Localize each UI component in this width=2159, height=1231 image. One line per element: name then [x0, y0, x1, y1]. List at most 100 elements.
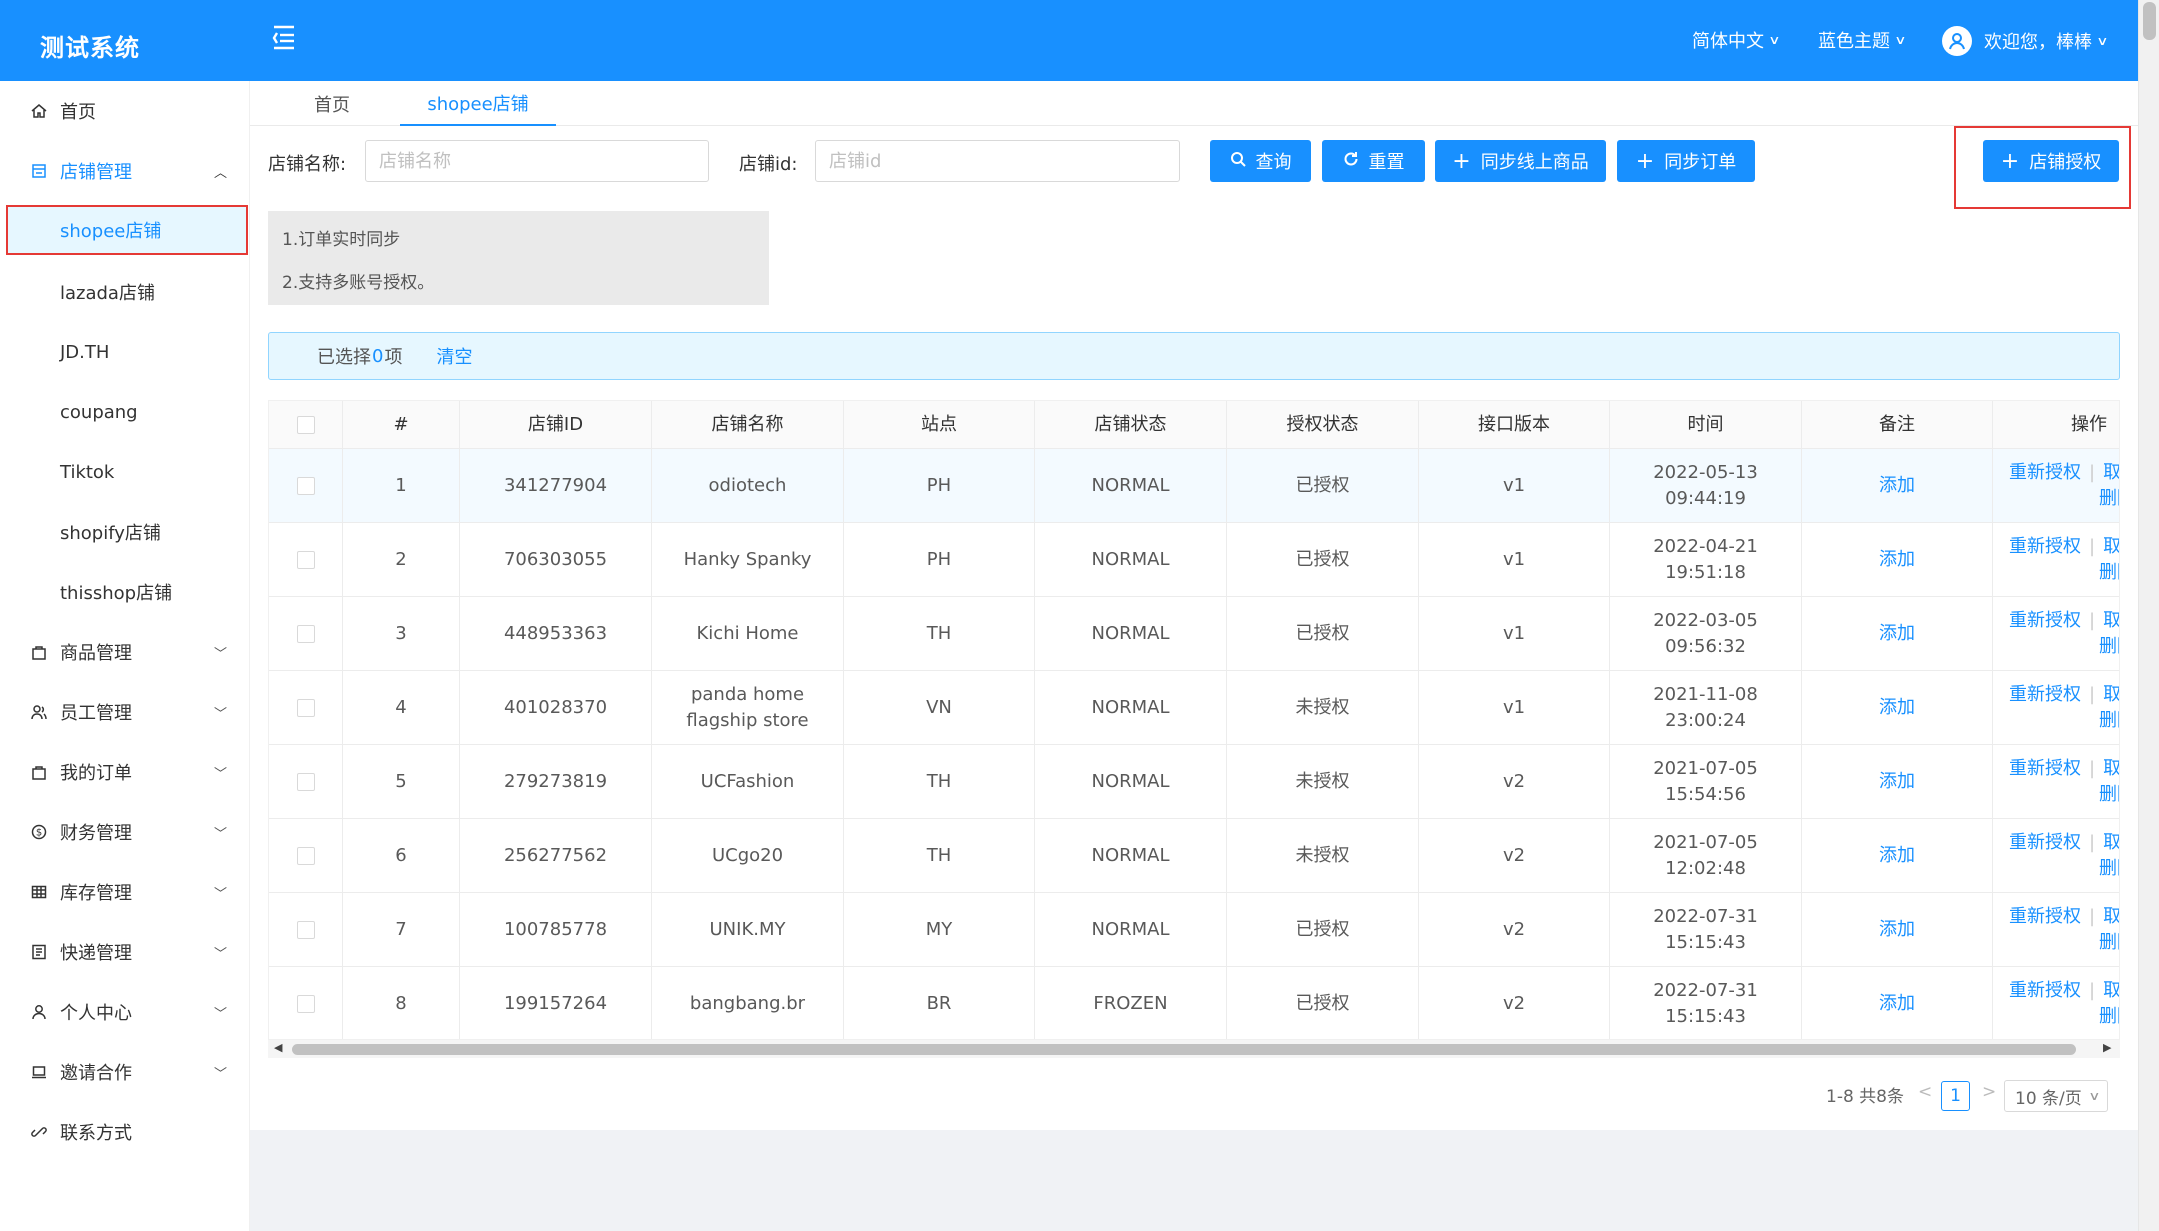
sidebar-item-staff[interactable]: 员工管理 ﹀	[0, 686, 250, 738]
reauthorize-link[interactable]: 重新授权	[2009, 756, 2081, 782]
cell-text: 2021-07-05 15:54:56	[1653, 757, 1758, 805]
clear-selection-link[interactable]: 清空	[436, 343, 472, 369]
cell-text: v1	[1502, 622, 1526, 644]
scroll-left-icon[interactable]: ◀	[274, 1041, 282, 1054]
row-checkbox[interactable]	[296, 920, 315, 939]
page-1-button[interactable]: 1	[1941, 1081, 1970, 1111]
row-checkbox[interactable]	[296, 994, 315, 1013]
selection-bar: 已选择 0 项 清空	[268, 332, 2120, 380]
delete-link[interactable]: 删除	[2099, 562, 2119, 583]
reauthorize-link[interactable]: 重新授权	[2009, 978, 2081, 1004]
chevron-down-icon: ﹀	[214, 826, 228, 842]
table-row: 7 100785778 UNIK.MY MY NORMAL 已授权 v2 2022-07-31…	[269, 893, 2119, 967]
scroll-right-icon[interactable]: ▶	[2103, 1041, 2111, 1054]
row-checkbox[interactable]	[296, 772, 315, 791]
row-actions-line: 删除	[2009, 708, 2119, 734]
store-id-input[interactable]	[815, 140, 1180, 182]
tab-home[interactable]: 首页	[290, 81, 374, 126]
sidebar-item-lazada[interactable]: lazada店铺	[0, 266, 250, 318]
reauthorize-link[interactable]: 重新授权	[2009, 460, 2081, 486]
language-dropdown[interactable]: 简体中文 ∨	[1692, 27, 1781, 53]
page-scrollbar[interactable]	[2138, 0, 2159, 1231]
sidebar-item-express[interactable]: 快递管理 ﹀	[0, 926, 250, 978]
cell-text: v1	[1502, 474, 1526, 496]
add-note-link[interactable]: 添加	[1879, 917, 1915, 943]
cancel-authorization-link[interactable]: 取消授权	[2103, 830, 2119, 856]
sidebar-item-jdth[interactable]: JD.TH	[0, 326, 250, 378]
row-actions-line: 重新授权 | 取消授权	[2009, 830, 2119, 856]
sidebar-item-store-mgmt[interactable]: 店铺管理 ︿	[0, 145, 250, 197]
sidebar-item-contact[interactable]: 联系方式	[0, 1106, 250, 1158]
query-button[interactable]: 查询	[1210, 140, 1311, 182]
reset-button[interactable]: 重置	[1322, 140, 1425, 182]
cell-idx: 7	[343, 893, 460, 966]
sidebar-item-finance[interactable]: $ 财务管理 ﹀	[0, 806, 250, 858]
cancel-authorization-link[interactable]: 取消授权	[2103, 756, 2119, 782]
horizontal-scrollbar[interactable]: ◀ ▶	[268, 1040, 2120, 1058]
reauthorize-link[interactable]: 重新授权	[2009, 904, 2081, 930]
sidebar-item-tiktok[interactable]: Tiktok	[0, 446, 250, 498]
delete-link[interactable]: 删除	[2099, 932, 2119, 953]
reauthorize-link[interactable]: 重新授权	[2009, 608, 2081, 634]
sync-orders-label: 同步订单	[1664, 152, 1737, 173]
user-dropdown[interactable]: 欢迎您，棒棒 ∨	[1942, 26, 2109, 56]
cell-idx: 1	[343, 449, 460, 522]
prev-page-icon[interactable]: <	[1918, 1082, 1932, 1102]
sidebar-item-inventory[interactable]: 库存管理 ﹀	[0, 866, 250, 918]
tab-shopee[interactable]: shopee店铺	[400, 81, 556, 126]
add-note-link[interactable]: 添加	[1879, 991, 1915, 1017]
cancel-authorization-link[interactable]: 取消授权	[2103, 534, 2119, 560]
cell-text: NORMAL	[1091, 770, 1170, 792]
delete-link[interactable]: 删除	[2099, 858, 2119, 879]
cancel-authorization-link[interactable]: 取消授权	[2103, 978, 2119, 1004]
row-checkbox[interactable]	[296, 846, 315, 865]
chevron-down-icon: ﹀	[214, 766, 228, 782]
add-note-link[interactable]: 添加	[1879, 547, 1915, 573]
store-name-input[interactable]	[365, 140, 709, 182]
scrollbar-thumb[interactable]	[292, 1044, 2076, 1055]
menu-fold-icon[interactable]	[272, 24, 302, 50]
row-checkbox[interactable]	[296, 550, 315, 569]
row-checkbox[interactable]	[296, 476, 315, 495]
next-page-icon[interactable]: >	[1982, 1082, 1996, 1102]
delete-link[interactable]: 删除	[2099, 488, 2119, 509]
cancel-authorization-link[interactable]: 取消授权	[2103, 460, 2119, 486]
cell-note: 添加	[1802, 819, 1993, 892]
row-checkbox[interactable]	[296, 624, 315, 643]
add-note-link[interactable]: 添加	[1879, 473, 1915, 499]
add-note-link[interactable]: 添加	[1879, 843, 1915, 869]
cancel-authorization-link[interactable]: 取消授权	[2103, 608, 2119, 634]
delete-link[interactable]: 删除	[2099, 636, 2119, 657]
sidebar-item-products[interactable]: 商品管理 ﹀	[0, 626, 250, 678]
theme-dropdown[interactable]: 蓝色主题 ∨	[1818, 27, 1907, 53]
reauthorize-link[interactable]: 重新授权	[2009, 682, 2081, 708]
sidebar-item-shopify[interactable]: shopify店铺	[0, 506, 250, 558]
delete-link[interactable]: 删除	[2099, 784, 2119, 805]
cancel-authorization-link[interactable]: 取消授权	[2103, 904, 2119, 930]
sidebar-item-invite[interactable]: 邀请合作 ﹀	[0, 1046, 250, 1098]
select-all-checkbox[interactable]	[296, 415, 315, 434]
sidebar-item-home[interactable]: 首页	[0, 85, 250, 137]
add-note-link[interactable]: 添加	[1879, 695, 1915, 721]
sidebar-item-coupang[interactable]: coupang	[0, 386, 250, 438]
column-header: 站点	[844, 401, 1035, 448]
sidebar-item-personal[interactable]: 个人中心 ﹀	[0, 986, 250, 1038]
add-note-link[interactable]: 添加	[1879, 769, 1915, 795]
sync-products-button[interactable]: + 同步线上商品	[1435, 140, 1606, 182]
row-checkbox[interactable]	[296, 698, 315, 717]
sidebar-item-thisshop[interactable]: thisshop店铺	[0, 566, 250, 618]
reset-label: 重置	[1368, 152, 1405, 173]
add-note-link[interactable]: 添加	[1879, 621, 1915, 647]
reauthorize-link[interactable]: 重新授权	[2009, 534, 2081, 560]
sidebar-item-shopee[interactable]: shopee店铺	[6, 205, 248, 255]
page-size-select[interactable]: 10 条/页 ∨	[2004, 1080, 2108, 1112]
sync-orders-button[interactable]: + 同步订单	[1617, 140, 1755, 182]
page-scrollbar-thumb[interactable]	[2143, 2, 2156, 40]
sidebar-item-orders[interactable]: 我的订单 ﹀	[0, 746, 250, 798]
cell-text: 2022-07-31 15:15:43	[1653, 905, 1758, 953]
delete-link[interactable]: 删除	[2099, 1006, 2119, 1027]
cancel-authorization-link[interactable]: 取消授权	[2103, 682, 2119, 708]
reauthorize-link[interactable]: 重新授权	[2009, 830, 2081, 856]
cell-status: FROZEN	[1035, 967, 1227, 1039]
delete-link[interactable]: 删除	[2099, 710, 2119, 731]
